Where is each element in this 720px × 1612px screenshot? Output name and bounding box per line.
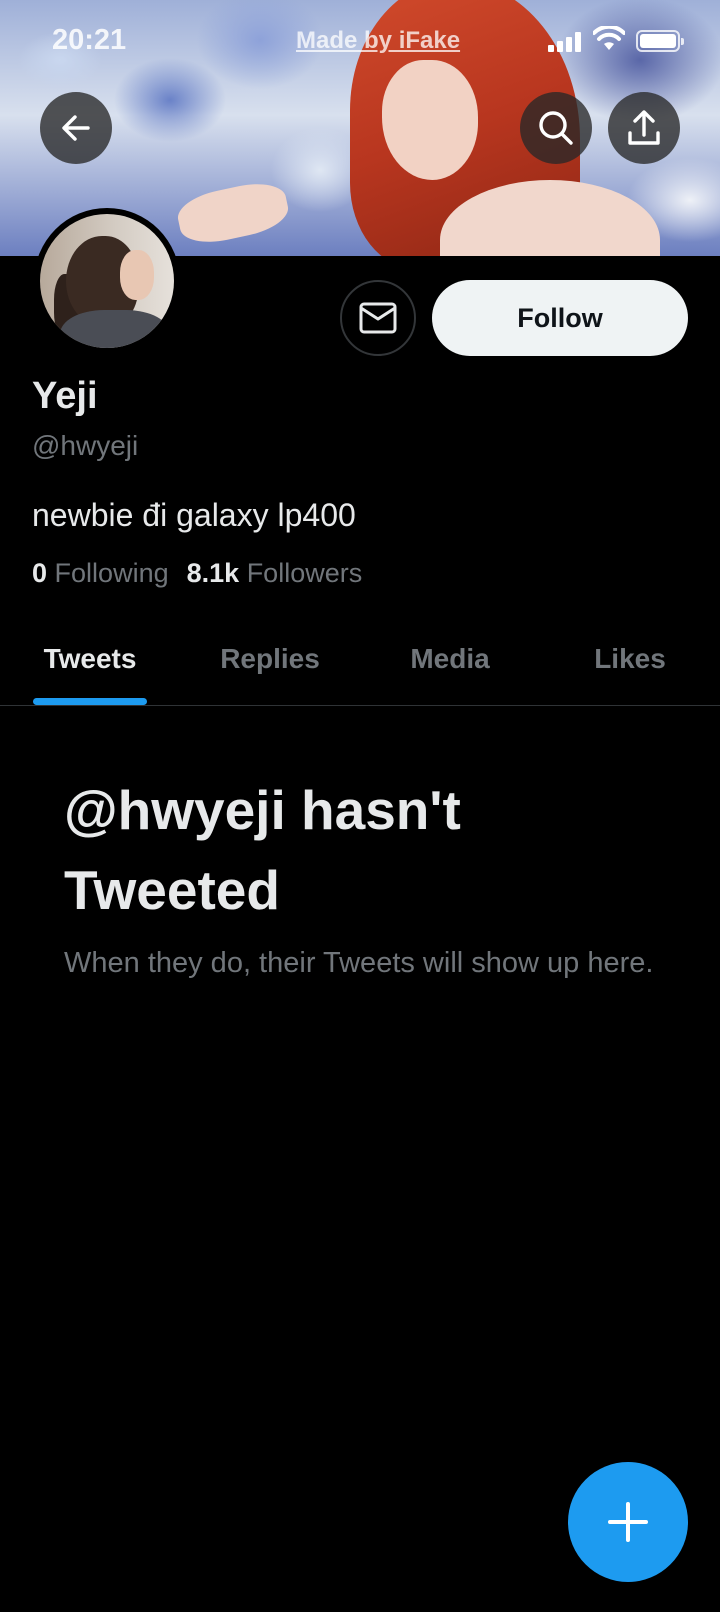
tab-label: Tweets [43,642,137,674]
signal-icon [548,32,584,52]
tab-label: Replies [220,642,320,674]
tab-replies[interactable]: Replies [180,612,360,705]
message-button[interactable] [340,280,416,356]
following-count: 0 [32,558,48,588]
profile-handle: @hwyeji [32,430,139,461]
tab-label: Media [410,642,490,674]
share-upload-icon [628,110,660,145]
battery-icon [636,30,684,52]
avatar-image [40,214,174,348]
banner-image-hand [174,177,292,249]
followers-label: Followers [246,558,363,588]
empty-state-subtitle: When they do, their Tweets will show up … [64,947,654,979]
following-label: Following [54,558,169,588]
tab-media[interactable]: Media [360,612,540,705]
following-link[interactable]: 0 Following [32,558,169,588]
share-button[interactable] [608,92,680,164]
arrow-left-icon [62,115,90,141]
profile-name: Yeji [32,375,98,417]
tab-tweets[interactable]: Tweets [0,612,180,705]
tab-likes[interactable]: Likes [540,612,720,705]
active-tab-indicator [33,698,147,705]
status-bar: 20:21 Made by iFake [0,0,720,84]
profile-bio: newbie đi galaxy lp400 [32,497,356,533]
empty-state-title: @hwyeji hasn't Tweeted [64,779,461,921]
compose-tweet-button[interactable] [568,1462,688,1582]
envelope-icon [359,302,397,334]
followers-count: 8.1k [186,558,240,588]
status-carrier: Made by iFake [296,27,461,54]
plus-icon [608,1502,648,1542]
profile-stats: 0 Following 8.1k Followers [32,558,362,589]
search-button[interactable] [520,92,592,164]
tab-label: Likes [594,642,666,674]
wifi-icon [593,26,625,50]
search-icon [539,111,573,145]
followers-link[interactable]: 8.1k Followers [187,558,363,588]
back-button[interactable] [40,92,112,164]
profile-tabs: Tweets Replies Media Likes [0,612,720,706]
status-time: 20:21 [52,24,127,56]
avatar[interactable] [34,208,180,354]
follow-button[interactable]: Follow [432,280,688,356]
